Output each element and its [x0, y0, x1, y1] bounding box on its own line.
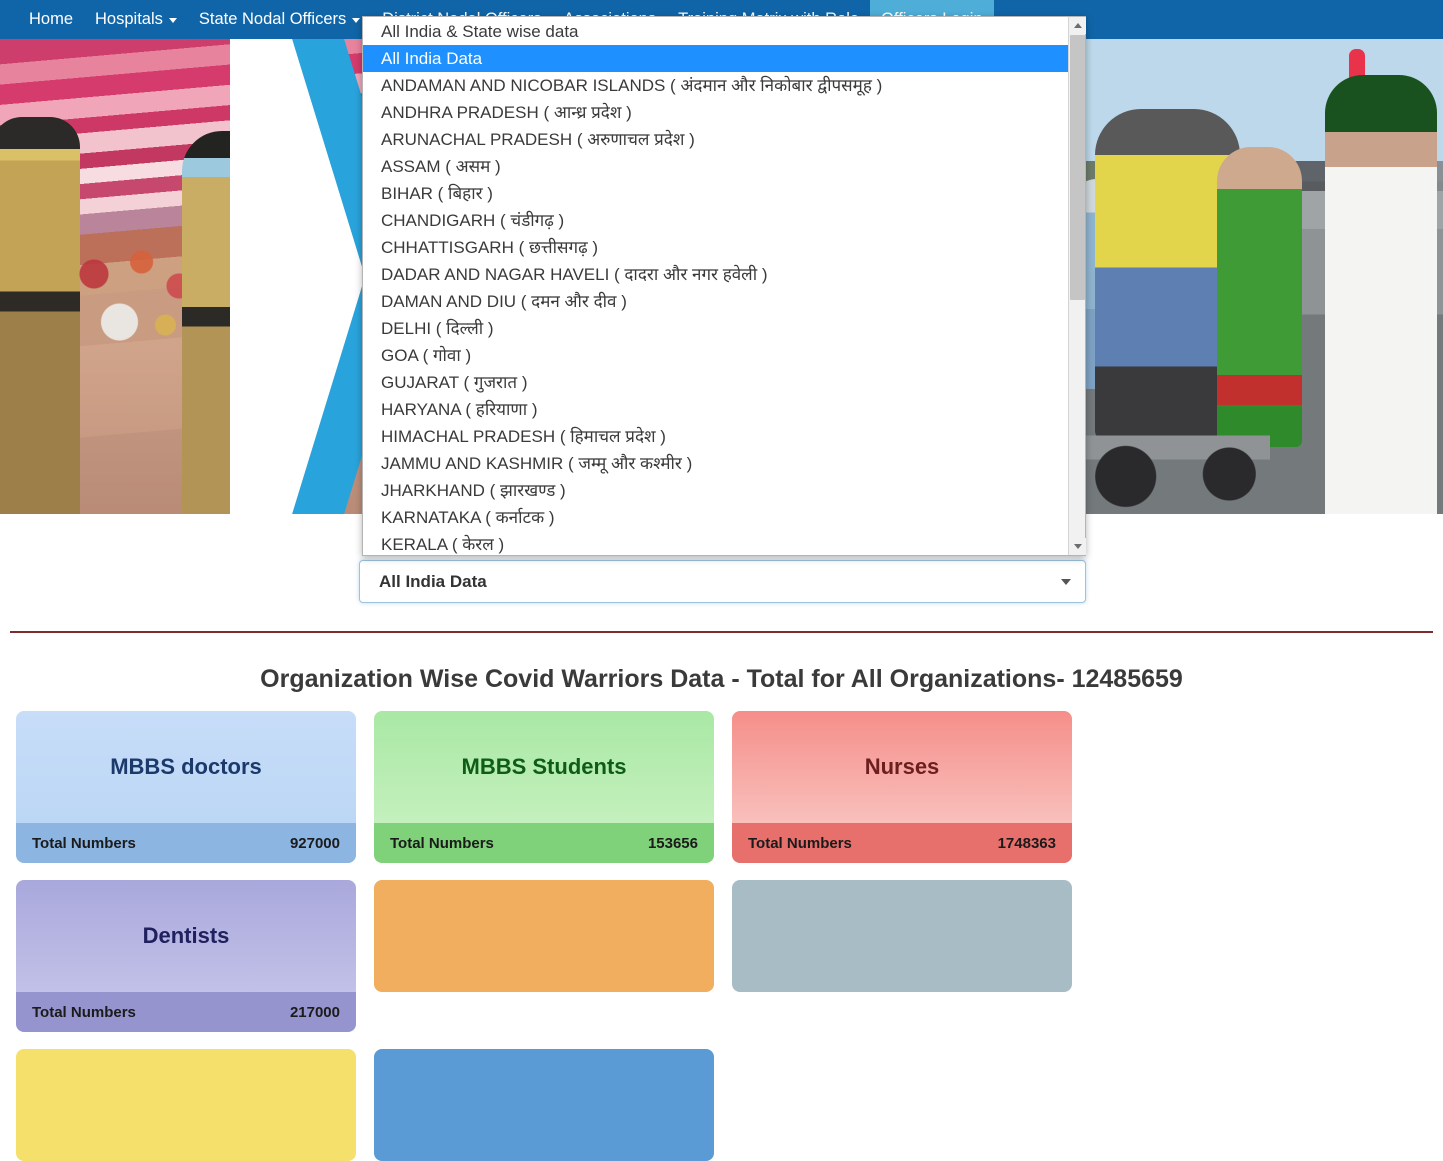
dropdown-option[interactable]: DELHI ( दिल्ली ) — [363, 315, 1068, 342]
banner-photo-left-crowd — [60, 229, 230, 379]
state-select-dropdown[interactable]: All India & State wise data All India Dat… — [362, 16, 1086, 556]
organization-card[interactable] — [732, 880, 1072, 992]
organization-card-header: MBBS doctors — [16, 711, 356, 823]
organization-card[interactable] — [374, 880, 714, 992]
organization-card-grid: MBBS doctors Total Numbers 927000 MBBS Stud… — [16, 711, 1427, 1161]
dropdown-option[interactable]: CHHATTISGARH ( छत्तीसगढ़ ) — [363, 234, 1068, 261]
dropdown-option[interactable]: BIHAR ( बिहार ) — [363, 180, 1068, 207]
banner-photo-right — [1085, 39, 1443, 514]
chevron-down-icon — [1061, 578, 1071, 585]
dropdown-option[interactable]: HARYANA ( हरियाणा ) — [363, 396, 1068, 423]
scroll-up-arrow-icon[interactable] — [1069, 17, 1086, 34]
dropdown-option[interactable]: GOA ( गोवा ) — [363, 342, 1068, 369]
triangle-down-icon — [1073, 544, 1082, 549]
dropdown-option[interactable]: DADAR AND NAGAR HAVELI ( दादरा और नगर हव… — [363, 261, 1068, 288]
page-title: Organization Wise Covid Warriors Data - … — [260, 665, 1183, 693]
organization-card-footer: Total Numbers 153656 — [374, 823, 714, 863]
triangle-up-icon — [1073, 23, 1082, 28]
nav-item-label: State Nodal Officers — [198, 10, 347, 28]
dropdown-option[interactable]: JAMMU AND KASHMIR ( जम्मू और कश्मीर ) — [363, 450, 1068, 477]
section-divider — [10, 631, 1433, 633]
banner-photo-right-officer — [1325, 75, 1437, 514]
nav-item-label: Home — [29, 10, 74, 28]
organization-card-total-value: 1748363 — [997, 834, 1056, 852]
organization-card[interactable]: MBBS Students Total Numbers 153656 — [374, 711, 714, 863]
state-select-wrapper: All India Data — [359, 560, 1086, 603]
dropdown-option[interactable]: All India & State wise data — [363, 18, 1068, 45]
dropdown-option[interactable]: GUJARAT ( गुजरात ) — [363, 369, 1068, 396]
organization-card-header: MBBS Students — [374, 711, 714, 823]
organization-card-footer: Total Numbers 927000 — [16, 823, 356, 863]
dropdown-option[interactable]: JHARKHAND ( झारखण्ड ) — [363, 477, 1068, 504]
organization-card-title: MBBS Students — [461, 754, 627, 779]
organization-card-title: MBBS doctors — [110, 754, 262, 779]
organization-card-total-label: Total Numbers — [390, 834, 494, 852]
organization-card-header: Dentists — [16, 880, 356, 992]
organization-card[interactable] — [16, 1049, 356, 1161]
dropdown-option[interactable]: ASSAM ( असम ) — [363, 153, 1068, 180]
banner-image-checkpoint — [1085, 39, 1443, 514]
chevron-down-icon — [168, 18, 177, 23]
nav-item-label: Hospitals — [95, 10, 163, 28]
dropdown-option[interactable]: KERALA ( केरल ) — [363, 531, 1068, 555]
state-select-value: All India Data — [379, 571, 487, 591]
organization-card-title: Nurses — [864, 754, 940, 779]
state-select-control[interactable]: All India Data — [359, 560, 1086, 603]
chevron-down-icon — [352, 18, 361, 23]
state-select-option-list[interactable]: All India & State wise data All India Dat… — [363, 17, 1068, 555]
nav-item-home[interactable]: Home — [18, 0, 84, 39]
organization-card-header: Nurses — [732, 711, 1072, 823]
organization-card-total-value: 153656 — [647, 834, 698, 852]
dropdown-scrollbar-thumb[interactable] — [1070, 35, 1085, 300]
banner-image-street-patrol — [0, 39, 365, 514]
organization-card-total-label: Total Numbers — [748, 834, 852, 852]
banner-photo-right-motorcycle — [1085, 390, 1270, 510]
dropdown-option[interactable]: DAMAN AND DIU ( दमन और दीव ) — [363, 288, 1068, 315]
organization-card-total-value: 217000 — [289, 1003, 340, 1021]
dropdown-option[interactable]: ANDHRA PRADESH ( आन्ध्र प्रदेश ) — [363, 99, 1068, 126]
organization-card-footer: Total Numbers 1748363 — [732, 823, 1072, 863]
nav-item-state-nodal-officers[interactable]: State Nodal Officers — [188, 0, 371, 39]
dropdown-option[interactable]: ANDAMAN AND NICOBAR ISLANDS ( अंदमान और … — [363, 72, 1068, 99]
dropdown-option[interactable]: CHANDIGARH ( चंडीगढ़ ) — [363, 207, 1068, 234]
dropdown-option[interactable]: ARUNACHAL PRADESH ( अरुणाचल प्रदेश ) — [363, 126, 1068, 153]
organization-card-total-label: Total Numbers — [32, 1003, 136, 1021]
dropdown-option[interactable]: HIMACHAL PRADESH ( हिमाचल प्रदेश ) — [363, 423, 1068, 450]
organization-card-footer: Total Numbers 217000 — [16, 992, 356, 1032]
organization-card-total-label: Total Numbers — [32, 834, 136, 852]
dropdown-option[interactable]: KARNATAKA ( कर्नाटक ) — [363, 504, 1068, 531]
nav-item-hospitals[interactable]: Hospitals — [84, 0, 188, 39]
organization-card[interactable]: MBBS doctors Total Numbers 927000 — [16, 711, 356, 863]
dropdown-scrollbar[interactable] — [1068, 17, 1086, 555]
organization-card[interactable]: Dentists Total Numbers 217000 — [16, 880, 356, 1032]
organization-card[interactable] — [374, 1049, 714, 1161]
organization-card-title: Dentists — [142, 923, 230, 948]
organization-card[interactable]: Nurses Total Numbers 1748363 — [732, 711, 1072, 863]
scroll-down-arrow-icon[interactable] — [1069, 538, 1086, 555]
dropdown-option[interactable]: All India Data — [363, 45, 1068, 72]
organization-card-total-value: 927000 — [289, 834, 340, 852]
